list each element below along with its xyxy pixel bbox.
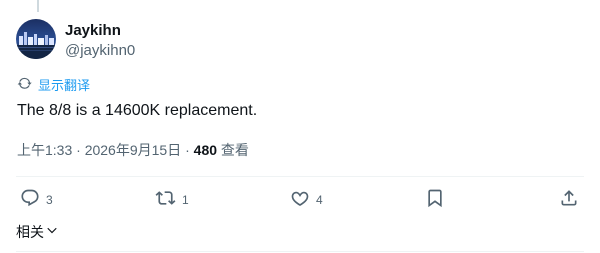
reply-icon: [20, 188, 40, 213]
related-toggle[interactable]: 相关: [16, 222, 58, 242]
views-label: 查看: [220, 142, 249, 158]
retweet-count: 1: [182, 193, 189, 207]
retweet-button[interactable]: 1: [155, 188, 189, 212]
tweet-time[interactable]: 上午1:33: [17, 142, 72, 158]
show-translation-label: 显示翻译: [38, 78, 91, 93]
tweet-date[interactable]: 2026年9月15日: [85, 142, 182, 158]
share-button[interactable]: [559, 188, 579, 212]
views-count: 480: [193, 142, 218, 158]
meta-separator-2: ·: [185, 142, 190, 158]
translate-icon: [17, 76, 32, 96]
meta-separator: ·: [76, 142, 81, 158]
author-name[interactable]: Jaykihn: [65, 22, 121, 40]
like-button[interactable]: 4: [290, 188, 323, 212]
reply-button[interactable]: 3: [20, 188, 53, 212]
avatar-image: [16, 19, 56, 59]
thread-connector-line: [37, 0, 39, 12]
chevron-down-icon: [46, 223, 58, 241]
like-count: 4: [316, 193, 323, 207]
divider: [16, 176, 584, 177]
retweet-icon: [155, 188, 176, 213]
tweet-meta: 上午1:33 · 2026年9月15日 · 480 查看: [17, 141, 249, 159]
reply-count: 3: [46, 193, 53, 207]
tweet-text: The 8/8 is a 14600K replacement.: [17, 102, 258, 119]
bookmark-icon: [425, 188, 445, 213]
share-icon: [559, 188, 579, 213]
divider-bottom: [16, 251, 584, 252]
show-translation-button[interactable]: 显示翻译: [17, 77, 90, 95]
bookmark-button[interactable]: [425, 188, 445, 212]
related-label: 相关: [16, 224, 44, 240]
author-handle[interactable]: @jaykihn0: [65, 42, 135, 60]
avatar[interactable]: [16, 19, 56, 59]
heart-icon: [290, 188, 310, 213]
